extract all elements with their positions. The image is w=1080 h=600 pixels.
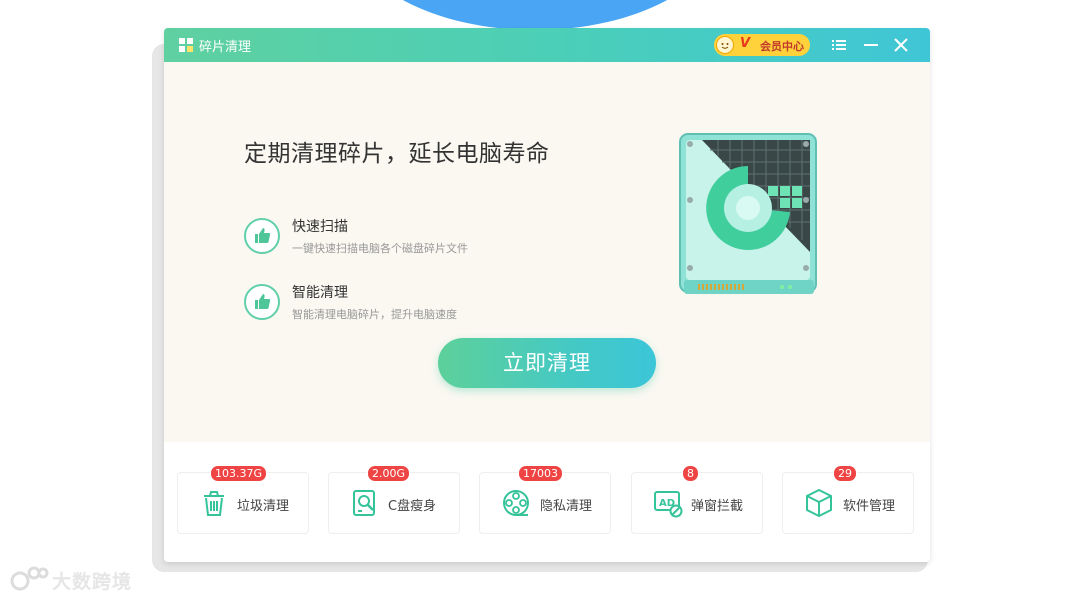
- feature-title-smart-clean: 智能清理: [292, 285, 348, 301]
- app-logo-icon: [179, 38, 193, 52]
- tool-card-popup-block[interactable]: AD 弹窗拦截 8: [631, 465, 763, 534]
- app-window: 碎片清理 V 会员中心 定期清理碎片，延长电脑寿命 快速扫描 一键快速扫描电脑各…: [164, 28, 930, 562]
- vip-center-button[interactable]: V 会员中心: [714, 34, 810, 56]
- tools-bar: 垃圾清理 103.37G C盘瘦身 2.00G 隐私清理 17003 AD 弹窗…: [164, 442, 930, 562]
- ad-block-icon: AD: [654, 491, 683, 518]
- tool-label: 软件管理: [843, 499, 896, 514]
- vip-label: 会员中心: [760, 40, 804, 53]
- feature-desc-quick-scan: 一键快速扫描电脑各个磁盘碎片文件: [292, 242, 468, 255]
- menu-list-icon[interactable]: [830, 36, 848, 54]
- close-icon[interactable]: [892, 36, 910, 54]
- background-arc: [350, 0, 720, 30]
- main-content: 定期清理碎片，延长电脑寿命 快速扫描 一键快速扫描电脑各个磁盘碎片文件 智能清理…: [164, 62, 930, 442]
- hard-disk-illustration: [679, 133, 817, 294]
- tool-label: C盘瘦身: [388, 499, 437, 514]
- package-cube-icon: [806, 488, 832, 518]
- tool-badge: 17003: [518, 465, 563, 482]
- thumbs-up-icon: [244, 284, 280, 320]
- feature-desc-smart-clean: 智能清理电脑碎片，提升电脑速度: [292, 308, 457, 321]
- watermark-logo-icon: [10, 566, 49, 591]
- film-reel-icon: [503, 490, 529, 516]
- page-headline: 定期清理碎片，延长电脑寿命: [244, 141, 550, 167]
- tool-badge: 8: [682, 465, 699, 482]
- tool-badge: 2.00G: [367, 465, 411, 482]
- tool-badge: 29: [833, 465, 857, 482]
- vip-avatar-icon: [716, 36, 734, 54]
- disk-slim-icon: [353, 490, 375, 516]
- tool-label: 隐私清理: [540, 499, 593, 514]
- window-title: 碎片清理: [199, 40, 252, 55]
- tool-card-software-manage[interactable]: 软件管理 29: [782, 465, 914, 534]
- minimize-icon[interactable]: [862, 36, 880, 54]
- tool-card-junk-clean[interactable]: 垃圾清理 103.37G: [177, 465, 309, 534]
- thumbs-up-icon: [244, 218, 280, 254]
- vip-badge: V: [740, 36, 751, 51]
- feature-title-quick-scan: 快速扫描: [292, 219, 348, 235]
- tool-card-privacy-clean[interactable]: 隐私清理 17003: [479, 465, 611, 534]
- watermark: 大数跨境: [10, 565, 150, 593]
- trash-icon: [204, 491, 224, 516]
- tool-label: 弹窗拦截: [691, 499, 744, 514]
- tool-label: 垃圾清理: [237, 499, 290, 514]
- clean-now-button[interactable]: 立即清理: [438, 338, 656, 388]
- title-bar[interactable]: 碎片清理 V 会员中心: [164, 28, 930, 62]
- watermark-text: 大数跨境: [52, 571, 133, 593]
- tool-badge: 103.37G: [210, 465, 268, 482]
- tool-card-c-drive-slim[interactable]: C盘瘦身 2.00G: [328, 465, 460, 534]
